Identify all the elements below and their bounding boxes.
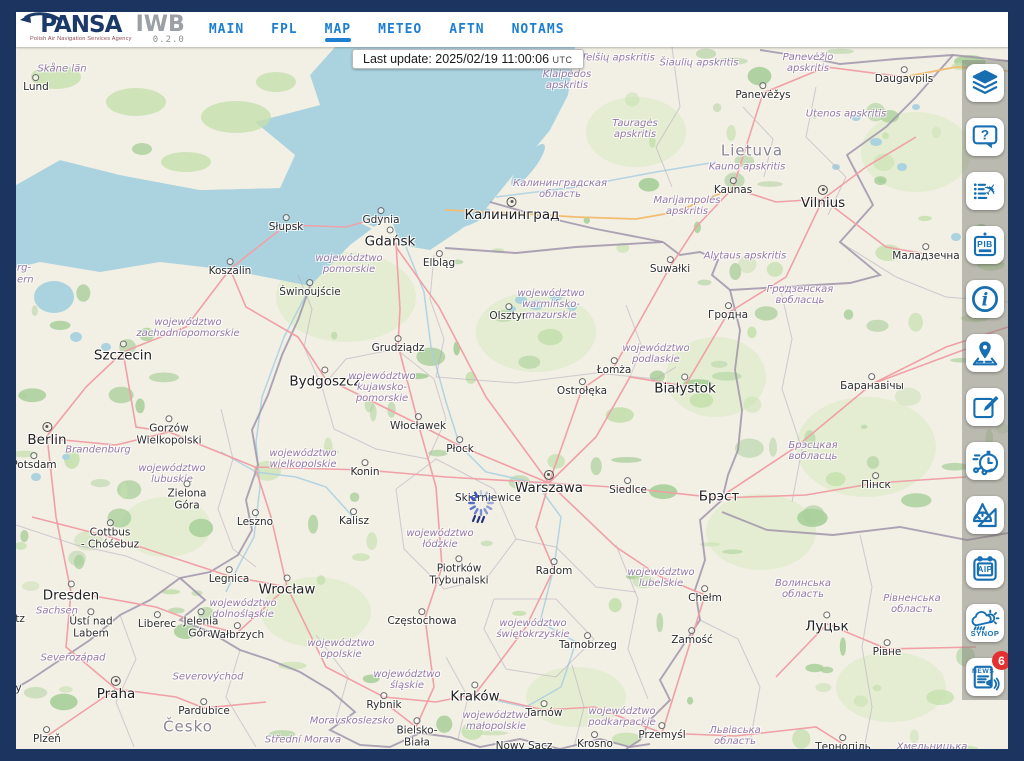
- brand-tagline: Polish Air Navigation Services Agency: [30, 36, 132, 42]
- location-icon: [970, 338, 1000, 368]
- flight-plans-button[interactable]: ✈: [966, 172, 1004, 210]
- tab-notams[interactable]: NOTAMS: [512, 17, 565, 42]
- news-button[interactable]: NEWS6: [966, 658, 1004, 696]
- edit-button[interactable]: [966, 388, 1004, 426]
- svg-text:PIB: PIB: [977, 239, 993, 249]
- svg-text:SYNOP: SYNOP: [971, 629, 1000, 638]
- pib-icon: PIB: [970, 230, 1000, 260]
- measure-button[interactable]: [966, 496, 1004, 534]
- last-update-badge: Last update: 2025/02/19 11:00:06 UTC: [352, 49, 584, 69]
- tab-map[interactable]: MAP: [325, 17, 351, 42]
- measure-icon: [970, 500, 1000, 530]
- layers-button[interactable]: [966, 64, 1004, 102]
- map-canvas[interactable]: Skåne länLundrg-ernŚwinoujścieKoszalinSł…: [16, 47, 1008, 749]
- layers-icon: [970, 68, 1000, 98]
- aip-button[interactable]: AIP: [966, 550, 1004, 588]
- tab-main[interactable]: MAIN: [209, 17, 244, 42]
- brand-product: IWB: [136, 15, 185, 34]
- svg-text:i: i: [982, 290, 989, 310]
- synop-button[interactable]: SYNOP: [966, 604, 1004, 642]
- app-header: PANSA Polish Air Navigation Services Age…: [16, 12, 1008, 47]
- tab-fpl[interactable]: FPL: [271, 17, 297, 42]
- edit-icon: [970, 392, 1000, 422]
- location-button[interactable]: [966, 334, 1004, 372]
- svg-text:AIP: AIP: [977, 565, 992, 574]
- tab-aftn[interactable]: AFTN: [449, 17, 484, 42]
- aip-icon: AIP: [970, 554, 1000, 584]
- info-icon: i: [970, 284, 1000, 314]
- pib-button[interactable]: PIB: [966, 226, 1004, 264]
- pansa-swoosh-icon: [18, 11, 62, 27]
- last-update-timezone: UTC: [553, 55, 573, 65]
- brand-version: 0.2.0: [153, 35, 185, 45]
- svg-text:NEWS: NEWS: [972, 668, 994, 675]
- window-frame: PANSA Polish Air Navigation Services Age…: [0, 0, 1024, 761]
- last-update-prefix: Last update:: [363, 52, 432, 66]
- flight-plans-icon: ✈: [970, 176, 1000, 206]
- info-button[interactable]: i: [966, 280, 1004, 318]
- news-badge-count: 6: [992, 651, 1008, 670]
- last-update-datetime: 2025/02/19 11:00:06: [435, 52, 549, 66]
- synop-icon: SYNOP: [970, 608, 1000, 638]
- help-button[interactable]: ?: [966, 118, 1004, 156]
- main-nav: MAIN FPL MAP METEO AFTN NOTAMS: [209, 17, 565, 42]
- route-timer-icon: [970, 446, 1000, 476]
- tool-rail: ? ✈ PIB i AIP SYNOP NEWS6: [962, 60, 1008, 700]
- tab-meteo[interactable]: METEO: [378, 17, 422, 42]
- svg-text:?: ?: [981, 128, 989, 143]
- help-icon: ?: [970, 122, 1000, 152]
- pansa-logo[interactable]: PANSA Polish Air Navigation Services Age…: [30, 15, 185, 45]
- route-timer-button[interactable]: [966, 442, 1004, 480]
